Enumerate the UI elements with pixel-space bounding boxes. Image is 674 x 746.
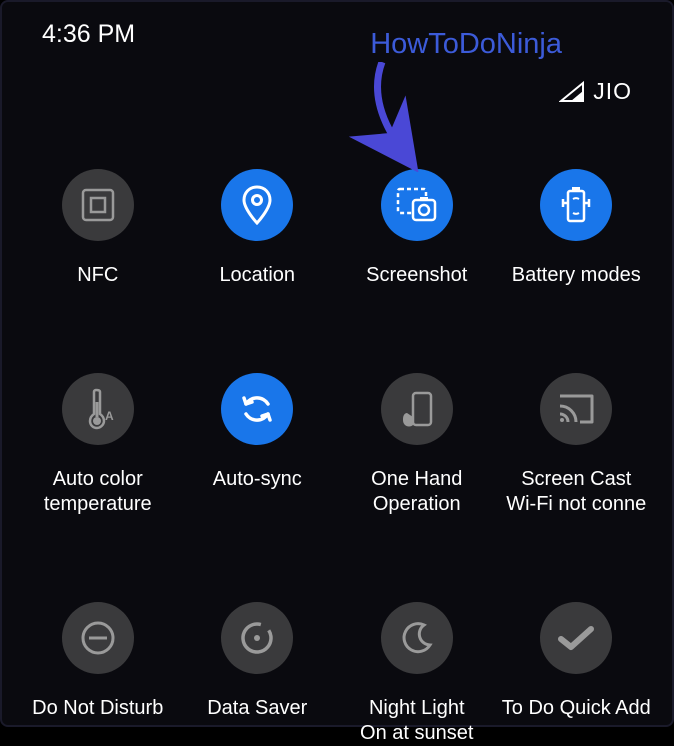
tile-dnd[interactable]: Do Not Disturb — [22, 602, 174, 746]
status-time: 4:36 PM — [42, 20, 135, 49]
signal-icon — [559, 81, 585, 103]
tile-night-light[interactable]: Night Light On at sunset — [341, 602, 493, 746]
svg-text:A: A — [105, 409, 114, 423]
quick-settings-panel: 4:36 PM HowToDoNinja JIO — [0, 0, 674, 727]
battery-icon — [540, 169, 612, 241]
tile-data-saver[interactable]: Data Saver — [182, 602, 334, 746]
tile-auto-sync[interactable]: Auto-sync — [182, 373, 334, 517]
tile-screen-cast[interactable]: Screen Cast Wi-Fi not conne — [501, 373, 653, 517]
tile-label: Data Saver — [207, 696, 307, 721]
dnd-icon — [62, 602, 134, 674]
tile-label: Night Light — [369, 696, 465, 721]
status-signal: JIO — [559, 78, 632, 105]
tile-auto-color-temp[interactable]: A Auto color temperature — [22, 373, 174, 517]
sync-icon — [221, 373, 293, 445]
moon-icon — [381, 602, 453, 674]
thermometer-icon: A — [62, 373, 134, 445]
tile-label: To Do Quick Add — [502, 696, 651, 721]
annotation-label: HowToDoNinja — [370, 28, 562, 61]
tile-label: NFC — [77, 263, 118, 288]
data-saver-icon — [221, 602, 293, 674]
tile-label: Screen Cast — [521, 467, 631, 492]
location-icon — [221, 169, 293, 241]
screenshot-icon — [381, 169, 453, 241]
status-bar: 4:36 PM — [2, 2, 672, 59]
tile-label: Auto color temperature — [22, 467, 174, 517]
tile-screenshot[interactable]: Screenshot — [341, 169, 493, 288]
carrier-label: JIO — [593, 78, 632, 105]
tile-sublabel: On at sunset — [360, 721, 473, 746]
tile-label: Location — [219, 263, 295, 288]
one-hand-icon — [381, 373, 453, 445]
cast-icon — [540, 373, 612, 445]
tile-todo-quick-add[interactable]: To Do Quick Add — [501, 602, 653, 746]
tile-label: Do Not Disturb — [32, 696, 163, 721]
tile-sublabel: Wi-Fi not conne — [506, 492, 646, 517]
tile-label: Auto-sync — [213, 467, 302, 492]
tile-location[interactable]: Location — [182, 169, 334, 288]
tile-label: Screenshot — [366, 263, 467, 288]
tile-label: Battery modes — [512, 263, 641, 288]
tile-battery-modes[interactable]: Battery modes — [501, 169, 653, 288]
tile-one-hand[interactable]: One Hand Operation — [341, 373, 493, 517]
check-icon — [540, 602, 612, 674]
tiles-grid: NFC Location Screenshot — [2, 59, 672, 746]
tile-nfc[interactable]: NFC — [22, 169, 174, 288]
tile-label: One Hand Operation — [341, 467, 493, 517]
nfc-icon — [62, 169, 134, 241]
